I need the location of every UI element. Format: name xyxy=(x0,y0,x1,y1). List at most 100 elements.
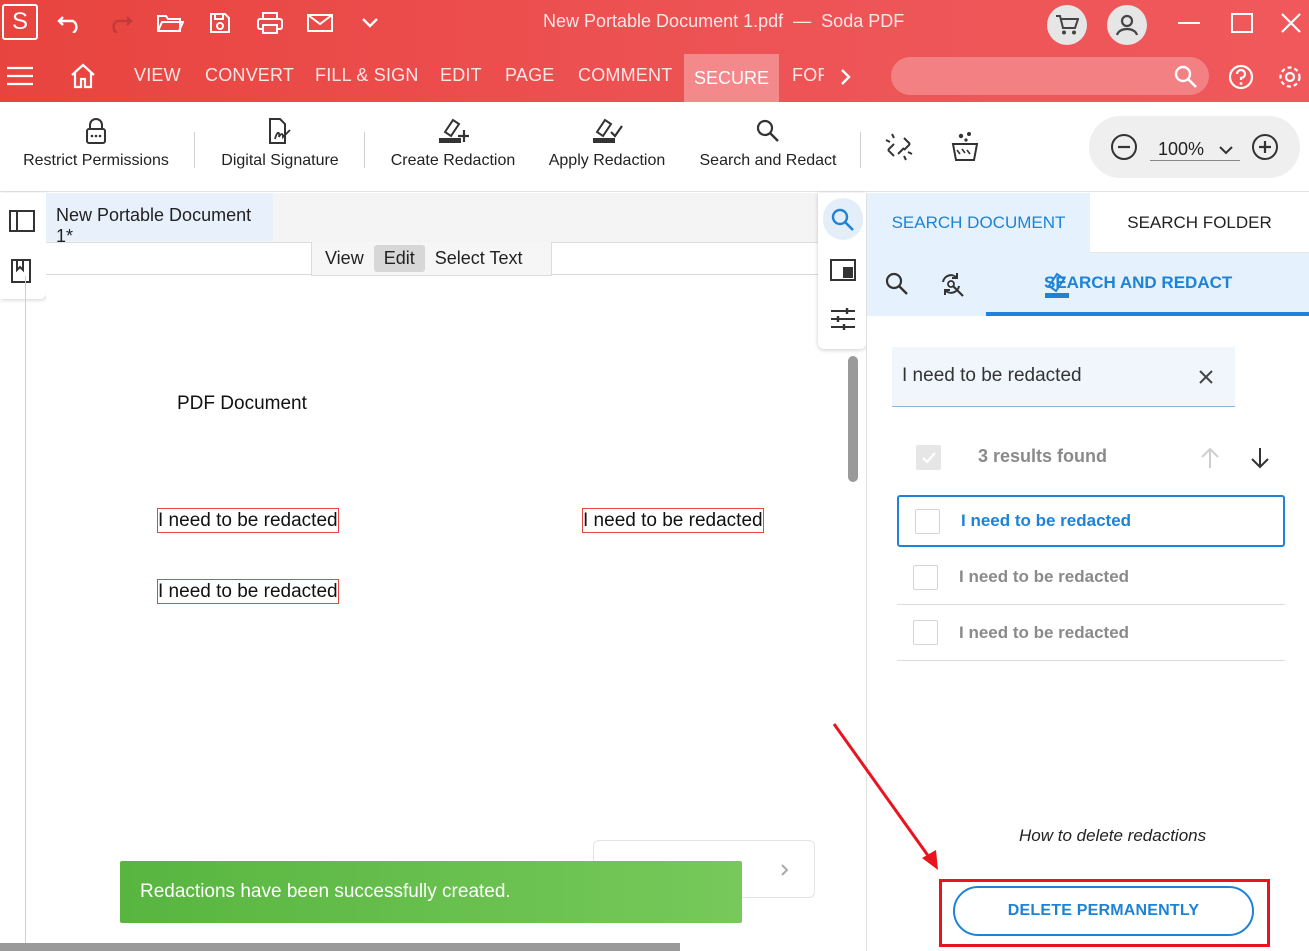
signature-document-icon xyxy=(267,114,293,148)
sanitize-document-icon[interactable] xyxy=(950,130,980,167)
result-item[interactable]: I need to be redacted xyxy=(897,495,1285,547)
maximize-icon[interactable] xyxy=(1225,8,1259,38)
result-label: I need to be redacted xyxy=(959,567,1130,586)
mode-switcher: View Edit Select Text xyxy=(311,242,552,276)
document-area xyxy=(46,193,818,951)
tab-search-folder[interactable]: SEARCH FOLDER xyxy=(1090,193,1309,253)
chevron-down-icon[interactable] xyxy=(353,8,387,38)
pdf-heading: PDF Document xyxy=(177,393,307,414)
result-label: I need to be redacted xyxy=(961,511,1132,530)
ribbon-toolbar: Restrict Permissions Digital Signature C… xyxy=(0,102,1309,192)
clear-search-icon[interactable] xyxy=(1198,369,1214,390)
delete-permanently-button[interactable]: DELETE PERMANENTLY xyxy=(953,886,1254,936)
close-icon[interactable] xyxy=(1274,8,1308,38)
arrow-up-icon[interactable] xyxy=(1199,447,1221,474)
search-icon[interactable] xyxy=(1174,65,1198,94)
undo-icon[interactable] xyxy=(53,8,87,38)
menu-secure[interactable]: SECURE xyxy=(684,54,779,102)
menu-edit[interactable]: EDIT xyxy=(440,65,482,86)
result-item[interactable]: I need to be redacted xyxy=(897,605,1285,661)
divider xyxy=(194,132,195,168)
page-edge xyxy=(25,276,26,951)
email-icon[interactable] xyxy=(303,8,337,38)
result-label: I need to be redacted xyxy=(959,622,1130,642)
apply-redaction-icon xyxy=(591,114,623,148)
horizontal-scrollbar[interactable] xyxy=(0,943,680,951)
soda-logo-icon[interactable]: S xyxy=(2,4,38,40)
hamburger-menu-icon[interactable] xyxy=(7,66,33,91)
menu-fill-sign[interactable]: FILL & SIGN xyxy=(315,65,419,86)
thumbnail-panel-icon[interactable] xyxy=(830,259,856,286)
search-icon[interactable] xyxy=(885,272,909,301)
how-to-delete-link[interactable]: How to delete redactions xyxy=(1019,826,1206,846)
panel-toggle-icon[interactable] xyxy=(9,209,35,238)
mode-edit[interactable]: Edit xyxy=(373,245,425,272)
result-checkbox[interactable] xyxy=(913,620,938,645)
divider xyxy=(860,132,861,168)
help-icon[interactable] xyxy=(1228,64,1254,95)
vertical-scrollbar[interactable] xyxy=(848,356,858,482)
chevron-down-icon xyxy=(1218,141,1234,162)
left-sidebar xyxy=(0,193,46,299)
tab-search-and-redact[interactable]: SEARCH AND REDACT xyxy=(986,253,1309,316)
remove-link-icon[interactable] xyxy=(884,132,914,167)
zoom-in-icon[interactable] xyxy=(1251,133,1279,166)
result-item[interactable]: I need to be redacted xyxy=(897,550,1285,605)
menu-comment[interactable]: COMMENT xyxy=(578,65,672,86)
zoom-level-select[interactable]: 100% xyxy=(1150,137,1240,161)
search-replace-icon[interactable] xyxy=(939,272,965,303)
create-redaction-label: Create Redaction xyxy=(390,152,516,169)
magnifier-icon xyxy=(755,114,781,148)
menu-view[interactable]: VIEW xyxy=(134,65,181,86)
restrict-permissions-button[interactable]: Restrict Permissions xyxy=(20,102,172,192)
chevron-right-icon[interactable] xyxy=(840,68,852,91)
create-redaction-icon xyxy=(437,114,469,148)
mode-select-text[interactable]: Select Text xyxy=(425,245,533,272)
home-icon[interactable] xyxy=(70,63,96,94)
search-icon[interactable] xyxy=(831,208,855,237)
restrict-permissions-label: Restrict Permissions xyxy=(23,152,169,169)
create-redaction-button[interactable]: Create Redaction xyxy=(388,102,518,192)
global-search-input[interactable] xyxy=(891,57,1209,95)
search-and-redact-label: Search and Redact xyxy=(699,152,837,169)
save-icon[interactable] xyxy=(203,8,237,38)
result-checkbox[interactable] xyxy=(913,564,938,590)
document-tab[interactable]: New Portable Document 1* xyxy=(46,193,273,246)
minimize-icon[interactable] xyxy=(1172,8,1206,38)
menu-bar: VIEW CONVERT FILL & SIGN EDIT PAGE COMME… xyxy=(0,50,1309,102)
title-bar: S New Portable Document 1.pdf — Soda PDF xyxy=(0,0,1309,50)
redo-icon[interactable] xyxy=(103,8,137,38)
redaction-box[interactable]: I need to be redacted xyxy=(157,579,339,604)
tab-search-document[interactable]: SEARCH DOCUMENT xyxy=(867,193,1090,253)
digital-signature-button[interactable]: Digital Signature xyxy=(218,102,342,192)
bookmark-icon[interactable] xyxy=(11,259,31,288)
menu-convert[interactable]: CONVERT xyxy=(205,65,294,86)
apply-redaction-button[interactable]: Apply Redaction xyxy=(546,102,668,192)
result-checkbox[interactable] xyxy=(915,508,940,534)
sliders-icon[interactable] xyxy=(830,306,856,337)
open-folder-icon[interactable] xyxy=(153,8,187,38)
chevron-right-icon[interactable] xyxy=(780,863,790,882)
divider xyxy=(364,132,365,168)
settings-gear-icon[interactable] xyxy=(1277,64,1303,95)
cart-icon[interactable] xyxy=(1047,5,1087,45)
annotation-arrow xyxy=(832,723,938,870)
redaction-box[interactable]: I need to be redacted xyxy=(157,508,339,533)
account-icon[interactable] xyxy=(1107,5,1147,45)
menu-forms[interactable]: FOF xyxy=(792,65,824,86)
redact-eraser-icon xyxy=(1044,270,1070,305)
redact-search-input[interactable]: I need to be redacted xyxy=(892,347,1235,407)
zoom-out-icon[interactable] xyxy=(1110,133,1138,166)
apply-redaction-label: Apply Redaction xyxy=(548,152,666,169)
success-toast: Redactions have been successfully create… xyxy=(120,861,742,923)
redaction-box[interactable]: I need to be redacted xyxy=(582,508,764,533)
select-all-checkbox[interactable] xyxy=(916,445,941,470)
lock-icon xyxy=(84,114,108,148)
digital-signature-label: Digital Signature xyxy=(221,152,339,169)
window-title: New Portable Document 1.pdf — Soda PDF xyxy=(543,11,905,31)
print-icon[interactable] xyxy=(253,8,287,38)
mode-view[interactable]: View xyxy=(315,245,374,272)
menu-page[interactable]: PAGE xyxy=(505,65,554,86)
search-and-redact-button[interactable]: Search and Redact xyxy=(698,102,838,192)
arrow-down-icon[interactable] xyxy=(1249,447,1271,474)
